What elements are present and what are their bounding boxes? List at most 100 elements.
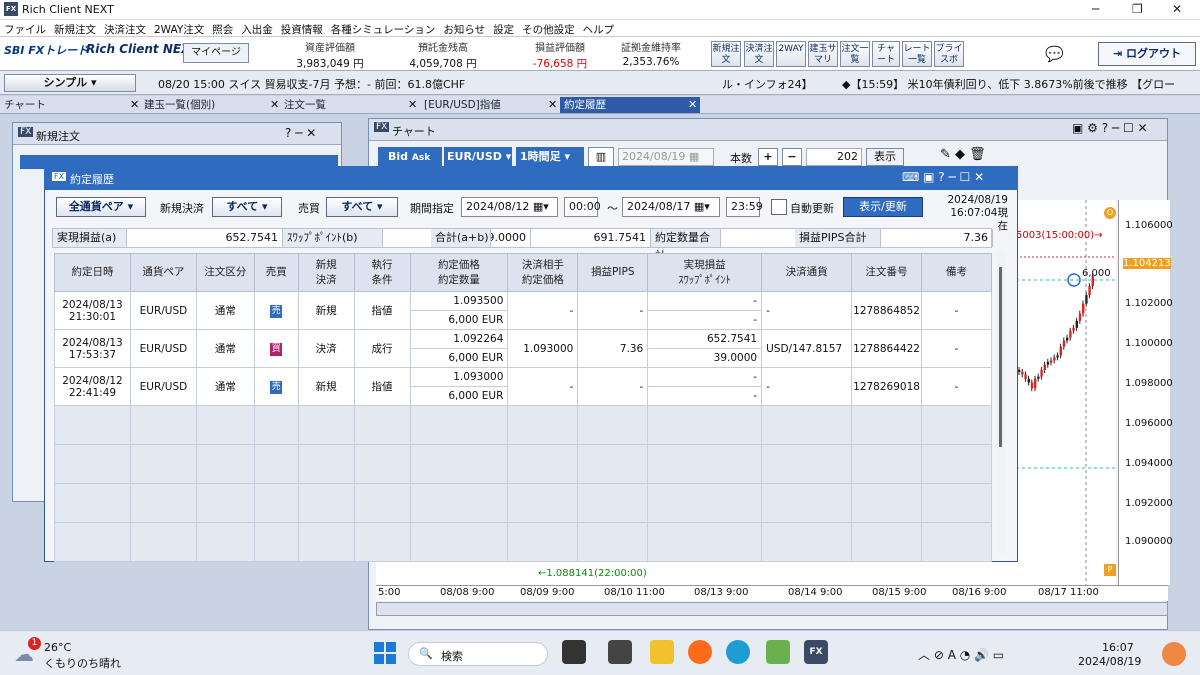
app-icon-3[interactable] — [766, 640, 790, 664]
table-scrollbar[interactable] — [997, 253, 1005, 553]
mypage-button[interactable]: マイページ — [183, 43, 249, 63]
candle — [1028, 379, 1030, 383]
chart-period-select[interactable]: 1時間足 ▾ — [516, 147, 584, 167]
tab-close-icon[interactable]: ✕ — [548, 97, 557, 113]
pair-filter-select[interactable]: 全通貨ペア ▾ — [56, 197, 146, 217]
exec-datetime: 2024/08/13 21:30:01 — [55, 292, 131, 330]
tab-limit-eurusd[interactable]: [EUR/USD]指値 — [420, 97, 558, 113]
order-marker-o[interactable]: O — [1104, 207, 1116, 219]
fx-taskbar-icon[interactable]: FX — [804, 640, 828, 664]
copilot-icon[interactable] — [1162, 642, 1186, 666]
draw-tools[interactable]: ✎ ◆ 🗑 — [940, 147, 986, 162]
candle-type-icon[interactable]: ▥ — [588, 147, 614, 167]
chart-scrollbar[interactable] — [376, 602, 1168, 616]
column-header[interactable]: 注文番号 — [852, 254, 922, 292]
low-annotation: ←1.088141(22:00:00) — [538, 568, 647, 579]
tab-positions[interactable]: 建玉一覧(個別) — [140, 97, 278, 113]
minimize-icon[interactable]: ─ — [1092, 2, 1099, 16]
table-row[interactable]: 2024/08/12 22:41:49 EUR/USD 通常 売新規 指値 1.093000… — [55, 368, 992, 387]
message-icon[interactable]: 💬 — [1045, 45, 1064, 63]
toolbar-button[interactable]: 2WAY — [776, 41, 806, 67]
empty-cell — [354, 523, 410, 562]
table-row[interactable]: 2024/08/13 21:30:01 EUR/USD 通常 売新規 指値 1.093500… — [55, 292, 992, 311]
chart-pair-select[interactable]: EUR/USD ▾ — [444, 147, 512, 167]
close-icon[interactable]: ✕ — [1172, 2, 1182, 16]
firefox-icon[interactable] — [688, 640, 712, 664]
count-plus-button[interactable]: + — [758, 148, 778, 166]
from-time-input[interactable]: 00:00 — [564, 197, 598, 217]
bid-ask-toggle[interactable]: Bid Ask — [378, 147, 442, 167]
app-icon-2[interactable] — [608, 640, 632, 664]
price-tick: 1.098000 — [1125, 378, 1173, 389]
column-header[interactable]: 執行 条件 — [354, 254, 410, 292]
column-header[interactable]: 売買 — [254, 254, 298, 292]
toolbar-button[interactable]: 注文一覧 — [840, 41, 870, 67]
exec-price-cell: 1.092264 — [410, 330, 508, 349]
tab-close-icon[interactable]: ✕ — [688, 97, 697, 113]
empty-cell — [410, 406, 508, 445]
news-ticker-3[interactable]: ◆【15:59】 米10年債利回り、低下 3.8673%前後で推移 【グロー — [842, 76, 1175, 92]
show-refresh-button[interactable]: 表示/更新 — [843, 197, 923, 217]
news-ticker-2[interactable]: ル・インフォ24】 — [722, 76, 813, 92]
chart-window-controls[interactable]: ▣ ⚙ ? ─ ☐ ✕ — [1072, 121, 1148, 135]
toolbar-button[interactable]: プライスボ — [934, 41, 964, 67]
toolbar-button[interactable]: 建玉サマリ — [808, 41, 838, 67]
position-marker-p[interactable]: P — [1104, 564, 1116, 576]
news-ticker-1[interactable]: 08/20 15:00 スイス 貿易収支-7月 予想：- 前回：61.8億CHF — [158, 76, 465, 92]
tray-icons[interactable]: ︿ ⊘ A ◔ 🔊 ▭ — [918, 646, 1004, 663]
summary-label: 損益PIPS合計 — [795, 229, 881, 247]
chart-show-button[interactable]: 表示 — [866, 148, 904, 166]
exec-condition-cell: 指値 — [354, 368, 410, 406]
column-header[interactable]: 損益PIPS — [578, 254, 648, 292]
clock-time: 16:07 — [1102, 641, 1134, 654]
swap-cell: - — [648, 387, 762, 406]
order-no-cell: 1278864852 — [852, 292, 922, 330]
column-header[interactable]: 新規 決済 — [298, 254, 354, 292]
to-date-input[interactable]: 2024/08/17 ▦▾ — [622, 197, 720, 217]
dialog-window-controls[interactable]: ⌨ ▣ ? ─ ☐ ✕ — [902, 170, 984, 184]
column-header[interactable]: 約定価格 約定数量 — [410, 254, 508, 292]
column-header[interactable]: 注文区分 — [196, 254, 254, 292]
toolbar-button[interactable]: チャート — [872, 41, 900, 67]
edge-icon[interactable] — [726, 640, 750, 664]
count-input[interactable]: 202 — [806, 148, 862, 166]
logout-button[interactable]: ⇥ ログアウト — [1098, 42, 1196, 66]
toolbar-button[interactable]: 決済注文 — [744, 41, 774, 67]
taskbar-search[interactable]: 🔍 検索 — [408, 642, 548, 666]
tab-close-icon[interactable]: ✕ — [270, 97, 279, 113]
column-header[interactable]: 通貨ペア — [130, 254, 196, 292]
empty-cell — [196, 445, 254, 484]
count-minus-button[interactable]: − — [782, 148, 802, 166]
app-icon-1[interactable] — [562, 640, 586, 664]
toolbar-button[interactable]: 新規注文 — [711, 41, 741, 67]
mode-select[interactable]: シンプル ▾ — [4, 74, 136, 92]
toolbar-button[interactable]: レート一覧 — [902, 41, 932, 67]
auto-refresh-checkbox[interactable] — [771, 199, 787, 215]
file-explorer-icon[interactable] — [650, 640, 674, 664]
side-filter-select[interactable]: すべて ▾ — [326, 197, 398, 217]
windows-start-icon[interactable] — [374, 642, 396, 664]
table-row[interactable]: 2024/08/13 17:53:37 EUR/USD 通常 買決済 成行 1.092264… — [55, 330, 992, 349]
empty-cell — [130, 523, 196, 562]
maximize-icon[interactable]: ❐ — [1132, 2, 1143, 16]
column-header[interactable]: 決済相手 約定価格 — [508, 254, 578, 292]
new-order-controls[interactable]: ? ─ ✕ — [285, 126, 316, 140]
realized-pl-cell: 652.7541 — [648, 330, 762, 349]
column-header[interactable]: 備考 — [922, 254, 992, 292]
price-tick: 1.100000 — [1125, 338, 1173, 349]
empty-cell — [254, 523, 298, 562]
chart-date-input[interactable]: 2024/08/19 ▦ — [618, 148, 714, 166]
settle-filter-select[interactable]: すべて ▾ — [212, 197, 282, 217]
tab-execution-history[interactable]: 約定履歴 — [560, 97, 700, 113]
empty-cell — [354, 406, 410, 445]
tab-close-icon[interactable]: ✕ — [408, 97, 417, 113]
tab-chart[interactable]: チャート — [0, 97, 138, 113]
tab-close-icon[interactable]: ✕ — [130, 97, 139, 113]
column-header[interactable]: 実現損益 ｽﾜｯﾌﾟﾎﾟｲﾝﾄ — [648, 254, 762, 292]
from-date-input[interactable]: 2024/08/12 ▦▾ — [461, 197, 558, 217]
to-time-input[interactable]: 23:59 — [726, 197, 760, 217]
column-header[interactable]: 決済通貨 — [762, 254, 852, 292]
candle — [1053, 357, 1055, 360]
column-header[interactable]: 約定日時 — [55, 254, 131, 292]
tab-orders[interactable]: 注文一覧 — [280, 97, 418, 113]
